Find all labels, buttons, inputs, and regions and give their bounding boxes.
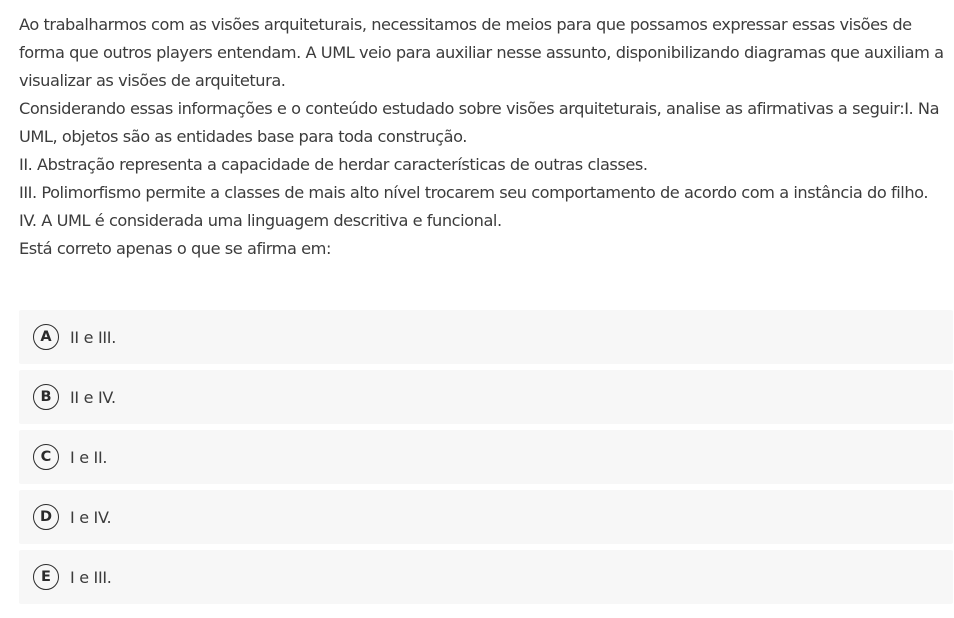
option-d[interactable]: D I e IV. xyxy=(19,490,953,544)
answer-options: A II e III. B II e IV. C I e II. D I e I… xyxy=(19,310,953,610)
option-a[interactable]: A II e III. xyxy=(19,310,953,364)
question-paragraph-statement-2: II. Abstração representa a capacidade de… xyxy=(19,155,648,174)
question-paragraph-statement-4: IV. A UML é considerada uma linguagem de… xyxy=(19,211,502,230)
option-letter-badge: E xyxy=(33,564,59,590)
option-label: II e IV. xyxy=(70,387,116,407)
option-label: I e IV. xyxy=(70,507,112,527)
option-letter-badge: C xyxy=(33,444,59,470)
question-text: Ao trabalharmos com as visões arquitetur… xyxy=(19,11,944,263)
option-label: I e III. xyxy=(70,567,112,587)
question-paragraph-statement-1: Considerando essas informações e o conte… xyxy=(19,99,940,146)
option-label: II e III. xyxy=(70,327,116,347)
question-paragraph-intro: Ao trabalharmos com as visões arquitetur… xyxy=(19,15,944,90)
option-c[interactable]: C I e II. xyxy=(19,430,953,484)
option-letter-badge: B xyxy=(33,384,59,410)
option-letter-badge: D xyxy=(33,504,59,530)
option-letter-badge: A xyxy=(33,324,59,350)
question-paragraph-statement-3: III. Polimorfismo permite a classes de m… xyxy=(19,183,929,202)
question-paragraph-prompt: Está correto apenas o que se afirma em: xyxy=(19,239,331,258)
option-b[interactable]: B II e IV. xyxy=(19,370,953,424)
option-label: I e II. xyxy=(70,447,108,467)
option-e[interactable]: E I e III. xyxy=(19,550,953,604)
